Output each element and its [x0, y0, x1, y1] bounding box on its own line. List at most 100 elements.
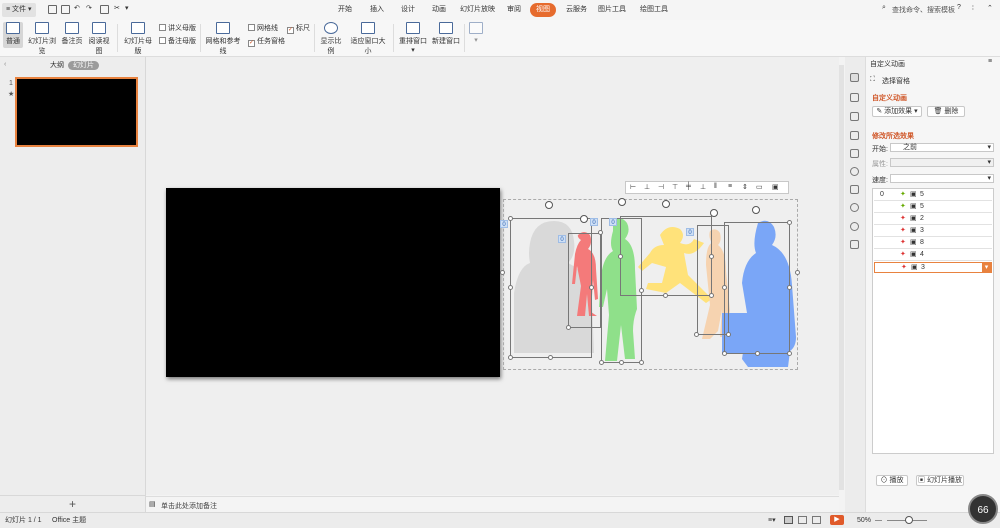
gridlines-checkbox[interactable]: 网格线 [248, 24, 278, 34]
slide[interactable] [166, 188, 500, 377]
notes-bar[interactable]: ▤ 单击此处添加备注 [146, 496, 839, 513]
history-icon[interactable] [850, 203, 859, 212]
resize-handle[interactable] [639, 288, 644, 293]
resize-handle[interactable] [787, 351, 792, 356]
tab-slides[interactable]: 幻灯片 [68, 61, 99, 70]
property-dropdown[interactable]: ▾ [890, 158, 994, 167]
effect-row[interactable]: ✦ ▣ 3 [874, 226, 992, 237]
animation-pane-icon[interactable] [850, 73, 859, 82]
star-icon[interactable] [850, 167, 859, 176]
effect-row-selected[interactable]: ✦ ▣ 3 ▾ [874, 262, 992, 273]
effect-row[interactable]: ✦ ▣ 4 [874, 250, 992, 261]
pane-menu-icon[interactable]: ≡ [988, 58, 992, 65]
help-icon[interactable]: ? [957, 4, 961, 11]
tab-insert[interactable]: 插入 [366, 3, 388, 17]
align-middle-icon[interactable]: ╪ [686, 183, 691, 190]
speed-dropdown[interactable]: ▾ [890, 174, 994, 183]
play-slideshow-icon[interactable]: ▶ [830, 515, 844, 525]
slide-pane-icon[interactable] [850, 93, 859, 102]
save-icon[interactable] [48, 5, 57, 14]
resize-handle[interactable] [566, 325, 571, 330]
align-left-icon[interactable]: ⊢ [630, 183, 636, 191]
normal-view-button[interactable]: 普通 [3, 22, 23, 48]
search-icon[interactable]: ⌕ [882, 4, 886, 12]
notes-master-button[interactable]: 备注母版 [159, 37, 196, 47]
reading-view-button[interactable]: 阅读视图 [86, 22, 112, 56]
resize-handle[interactable] [508, 216, 513, 221]
align-bottom-icon[interactable]: ⊥ [700, 183, 706, 191]
slideshow-button[interactable]: ▣ 幻灯片播放 [916, 475, 964, 486]
ruler-checkbox[interactable]: ✓ 标尺 [287, 24, 310, 34]
tab-outline[interactable]: 大纲 [45, 61, 69, 70]
align-center-icon[interactable]: ⊥ [644, 183, 650, 191]
zoom-out-icon[interactable]: — [875, 513, 882, 528]
resize-handle[interactable] [694, 332, 699, 337]
resize-handle[interactable] [618, 254, 623, 259]
effect-dropdown-icon[interactable]: ▾ [982, 263, 991, 272]
layers-icon[interactable] [850, 185, 859, 194]
resize-handle[interactable] [726, 332, 731, 337]
tab-picture-tools[interactable]: 图片工具 [594, 3, 630, 17]
shapes-pane-icon[interactable] [850, 112, 859, 121]
grid-guides-button[interactable]: 网格和参考线 [204, 22, 242, 56]
slide-browse-button[interactable]: 幻灯片浏览 [25, 22, 59, 56]
resize-handle[interactable] [722, 351, 727, 356]
taskpane-checkbox[interactable]: ✓ 任务窗格 [248, 37, 285, 47]
zoom-button[interactable]: 显示比例 [318, 22, 344, 56]
collapse-ribbon-icon[interactable]: ∶ [972, 4, 974, 12]
more-icon[interactable]: ▾ [125, 4, 129, 12]
distribute-horizontal-icon[interactable]: ‖ [714, 183, 717, 190]
resize-handle[interactable] [548, 355, 553, 360]
collapse-panel-icon[interactable]: ‹ [4, 61, 6, 68]
tab-view[interactable]: 视图 [530, 3, 556, 17]
start-dropdown[interactable]: 之前 ▾ [890, 143, 994, 152]
rotate-handle-icon[interactable] [710, 209, 718, 217]
settings-pane-icon[interactable] [850, 131, 859, 140]
fit-window-button[interactable]: 适应窗口大小 [348, 22, 388, 56]
tab-animation[interactable]: 动画 [428, 3, 450, 17]
rotate-handle-icon[interactable] [545, 201, 553, 209]
effect-row[interactable]: ✦ ▣ 5 [874, 202, 992, 213]
stretch-icon[interactable]: ⇕ [742, 183, 748, 191]
play-button[interactable]: ⊙ 播放 [876, 475, 908, 486]
resize-handle[interactable] [795, 270, 800, 275]
print-icon[interactable] [61, 5, 70, 14]
tab-design[interactable]: 设计 [397, 3, 419, 17]
arrange-window-button[interactable]: 重排窗口▾ [398, 22, 428, 54]
undo-icon[interactable]: ↶ [74, 4, 80, 12]
cut-icon[interactable]: ✂ [114, 4, 120, 12]
resize-handle[interactable] [663, 293, 668, 298]
resize-handle[interactable] [709, 254, 714, 259]
chevron-up-icon[interactable]: ⌃ [987, 4, 993, 12]
backup-pane-icon[interactable] [850, 149, 859, 158]
tab-slideshow[interactable]: 幻灯片放映 [456, 3, 499, 17]
distribute-vertical-icon[interactable]: ≡ [728, 183, 732, 190]
effect-row[interactable]: ✦ ▣ 2 [874, 214, 992, 225]
redo-icon[interactable]: ↷ [86, 4, 92, 12]
rotate-handle-icon[interactable] [618, 198, 626, 206]
slide-master-button[interactable]: 幻灯片母版 [121, 22, 155, 56]
help-icon[interactable] [850, 222, 859, 231]
effect-row[interactable]: ✦ ▣ 8 [874, 238, 992, 249]
select-pane-link[interactable]: 选择窗格 [882, 76, 910, 86]
search-command[interactable]: 查找命令、搜索模板 [892, 5, 955, 15]
delete-button[interactable]: 🗑 删除 [927, 106, 965, 117]
rotate-handle-icon[interactable] [752, 206, 760, 214]
slide-thumbnail[interactable] [15, 77, 138, 147]
exit-icon[interactable] [850, 240, 859, 249]
align-right-icon[interactable]: ⊣ [658, 183, 664, 191]
tab-review[interactable]: 审阅 [503, 3, 525, 17]
resize-handle[interactable] [508, 285, 513, 290]
rotate-handle-icon[interactable] [580, 215, 588, 223]
zoom-slider-thumb[interactable] [905, 516, 913, 524]
resize-handle[interactable] [709, 293, 714, 298]
add-effect-button[interactable]: ✎ 添加效果 ▾ [872, 106, 922, 117]
resize-handle[interactable] [598, 230, 603, 235]
notes-placeholder[interactable]: 单击此处添加备注 [161, 501, 217, 511]
ungroup-icon[interactable]: ▣ [772, 183, 779, 191]
vertical-scrollbar[interactable] [839, 65, 844, 490]
resize-handle[interactable] [508, 355, 513, 360]
resize-handle[interactable] [639, 360, 644, 365]
effect-row[interactable]: 0 ✦ ▣ 5 [874, 190, 992, 201]
selection-box[interactable] [568, 233, 601, 328]
